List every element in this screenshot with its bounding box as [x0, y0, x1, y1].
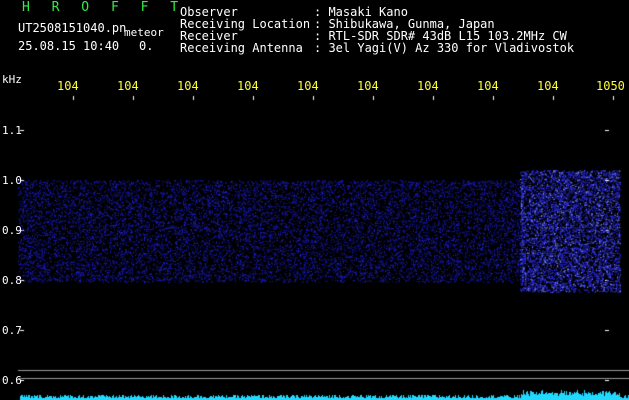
antenna-label: Receiving Antenna [180, 41, 303, 55]
x-tick-label: 1050 [596, 79, 625, 93]
y-tick-label: 0.6 [2, 374, 22, 387]
antenna-value: : 3el Yagi(V) Az 330 for Vladivostok [314, 41, 575, 55]
hrofft-logo: H R O F F T [22, 0, 186, 15]
y-tick-label: 0.7 [2, 324, 22, 337]
timestamp: 25.08.15 10:40 [18, 39, 120, 53]
x-tick-label: 104 [537, 79, 559, 93]
x-tick-label: 104 [117, 79, 139, 93]
y-tick-label: 1.0 [2, 174, 22, 187]
y-tick-label: 0.9 [2, 224, 22, 237]
x-tick-label: 104 [177, 79, 199, 93]
meteor-label: meteor [124, 26, 164, 39]
y-tick-label: 1.1 [2, 124, 22, 137]
x-tick-label: 104 [417, 79, 439, 93]
spectrogram-plot [0, 0, 629, 400]
x-tick-label: 104 [477, 79, 499, 93]
y-tick-label: 0.8 [2, 274, 22, 287]
x-tick-label: 104 [57, 79, 79, 93]
y-axis-unit: kHz [2, 73, 22, 86]
zero-value: 0. [139, 39, 154, 53]
x-tick-label: 104 [237, 79, 259, 93]
x-tick-label: 104 [357, 79, 379, 93]
image-filename: UT2508151040.pn [18, 21, 127, 35]
x-tick-label: 104 [297, 79, 319, 93]
